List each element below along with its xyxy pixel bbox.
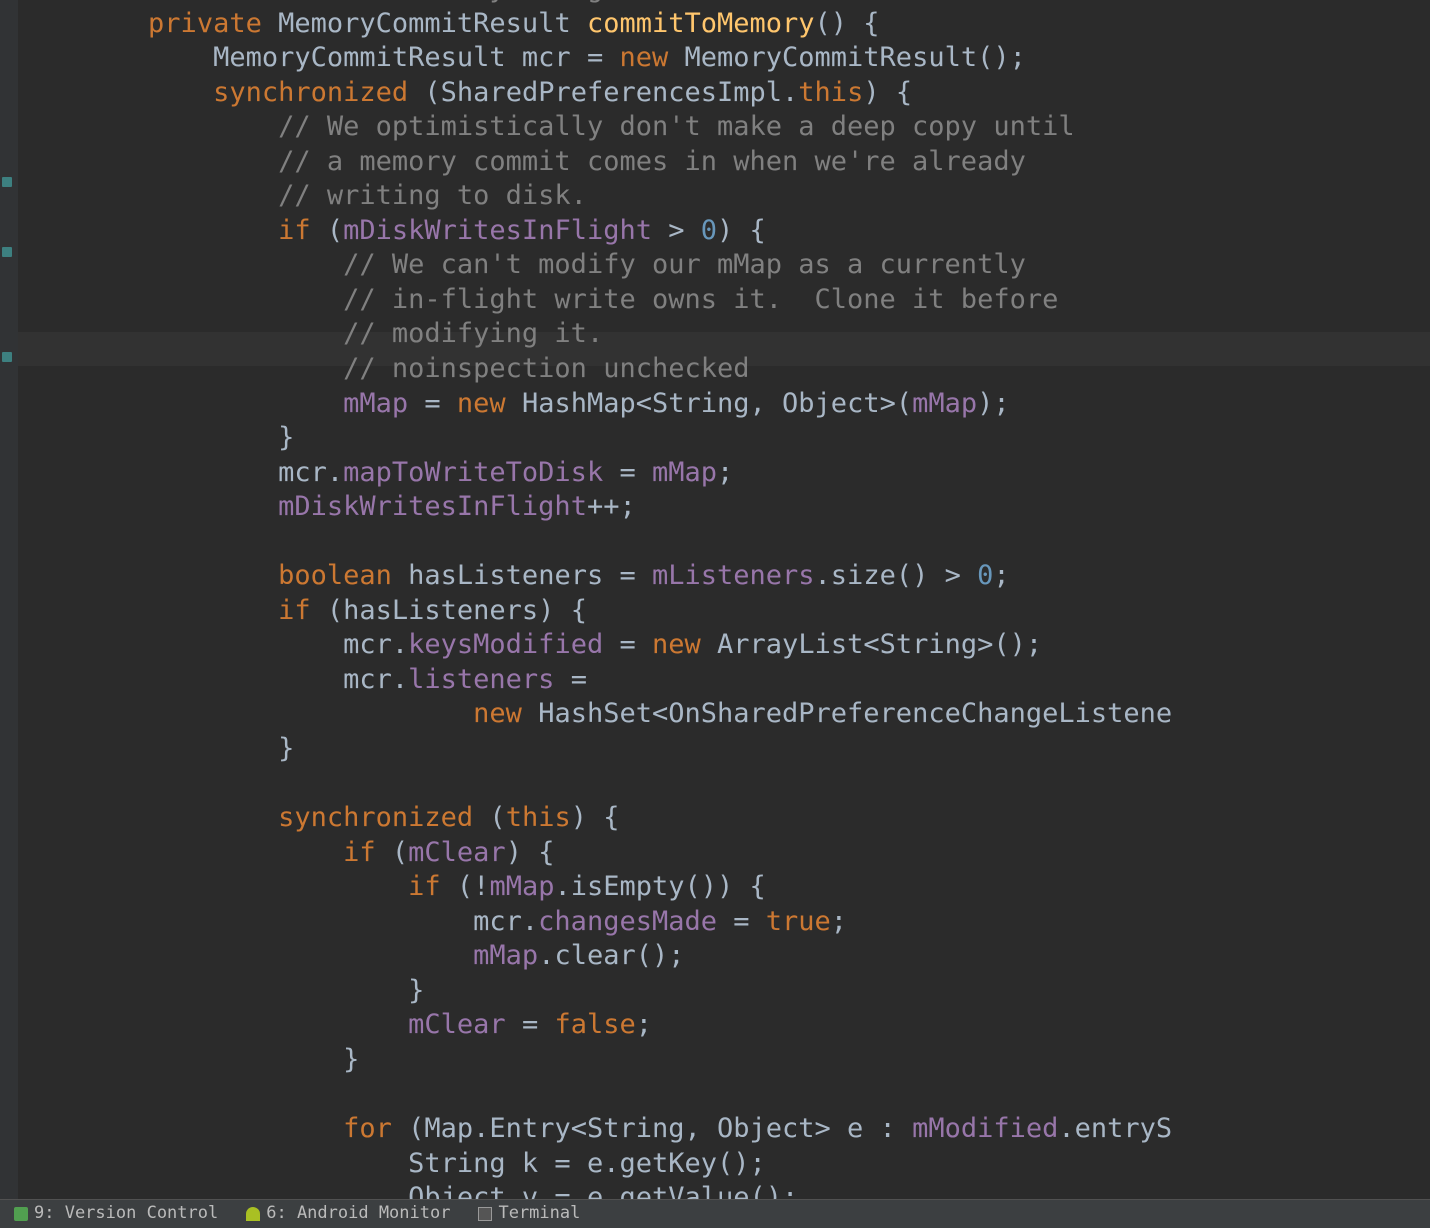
gutter [0, 0, 18, 1200]
code-line: // Returns true if any changes were made [18, 0, 798, 4]
code-content: // Returns true if any changes were made… [18, 0, 1430, 1200]
vcs-icon [14, 1207, 28, 1221]
android-label: 6: Android Monitor [266, 1203, 450, 1225]
tool-window-bar: 9: Version Control 6: Android Monitor Te… [0, 1199, 1430, 1228]
terminal-icon [478, 1207, 492, 1221]
vcs-label: 9: Version Control [34, 1203, 218, 1225]
terminal-label: Terminal [498, 1203, 580, 1225]
code-editor[interactable]: // Returns true if any changes were made… [0, 0, 1430, 1200]
gutter-marker [2, 352, 12, 362]
tool-window-terminal[interactable]: Terminal [478, 1203, 580, 1225]
gutter-marker [2, 177, 12, 187]
gutter-marker [2, 247, 12, 257]
tool-window-version-control[interactable]: 9: Version Control [14, 1203, 218, 1225]
android-icon [246, 1207, 260, 1221]
tool-window-android-monitor[interactable]: 6: Android Monitor [246, 1203, 450, 1225]
